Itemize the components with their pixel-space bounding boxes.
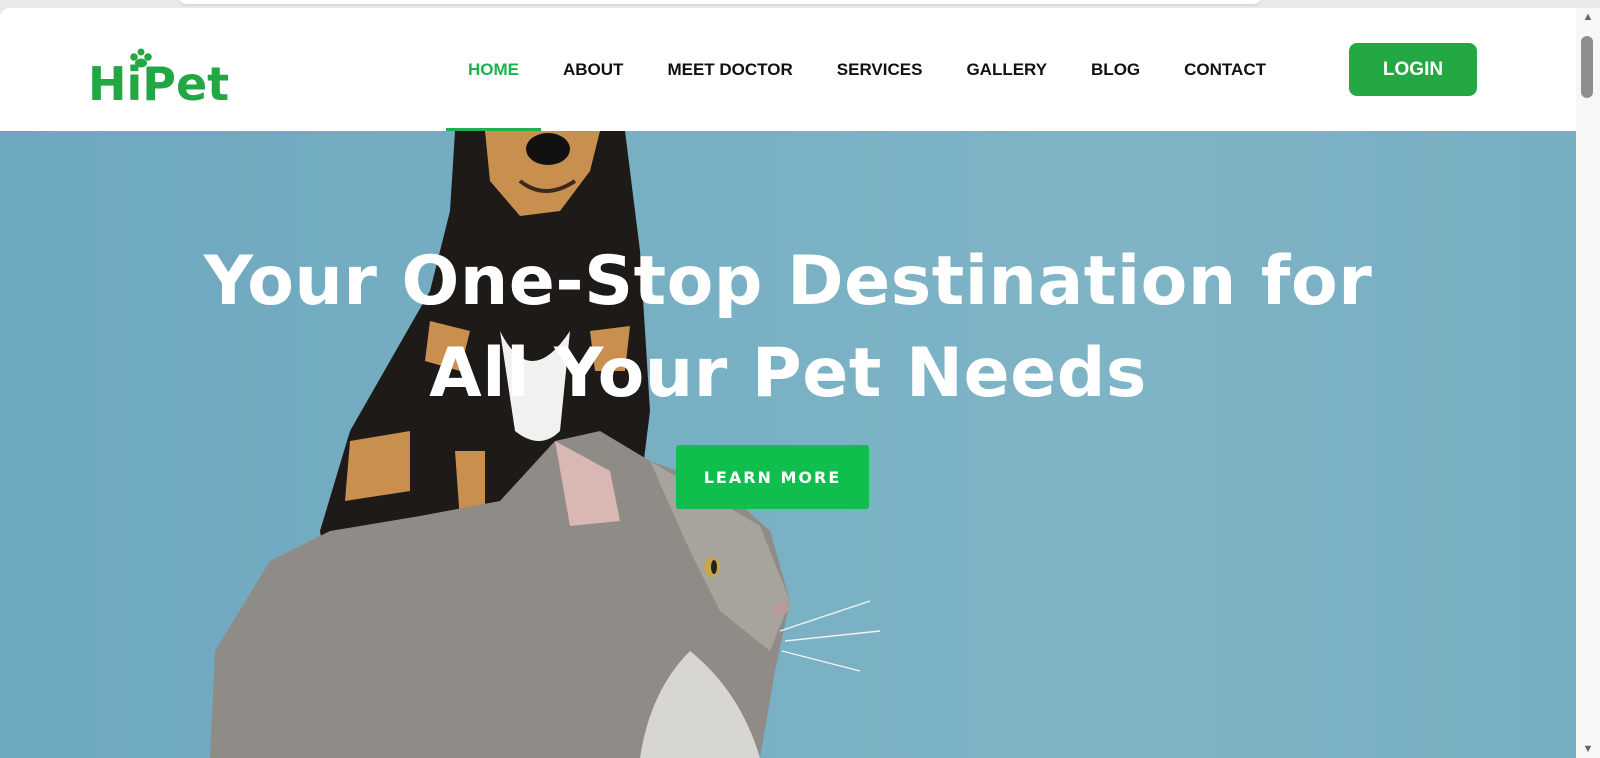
nav-contact[interactable]: CONTACT (1162, 8, 1288, 131)
learn-more-button-label: LEARN MORE (703, 467, 842, 487)
nav-gallery-label: GALLERY (966, 59, 1048, 79)
arrow-up-icon[interactable]: ▲ (1576, 10, 1600, 24)
nav-services-label: SERVICES (836, 59, 923, 79)
nav-services[interactable]: SERVICES (815, 8, 945, 131)
nav-home-label: HOME (468, 59, 519, 79)
site-logo[interactable]: HiPet (88, 46, 248, 111)
address-bar-edge[interactable] (180, 0, 1260, 4)
logo-graphic: HiPet (88, 48, 229, 111)
browser-top-strip (0, 0, 1600, 8)
main-navigation: HOME ABOUT MEET DOCTOR SERVICES GALLERY … (446, 8, 1288, 131)
page-scrollbar[interactable]: ▲ ▼ (1576, 8, 1600, 758)
svg-text:HiPet: HiPet (88, 57, 229, 106)
nav-meet-doctor[interactable]: MEET DOCTOR (645, 8, 814, 131)
nav-blog[interactable]: BLOG (1069, 8, 1162, 131)
nav-gallery[interactable]: GALLERY (944, 8, 1069, 131)
nav-home[interactable]: HOME (446, 8, 541, 131)
nav-blog-label: BLOG (1091, 59, 1141, 79)
login-button[interactable]: LOGIN (1349, 43, 1477, 96)
nav-meet-doctor-label: MEET DOCTOR (667, 59, 793, 79)
hero-title-line-2: All Your Pet Needs (429, 334, 1147, 413)
hero-title-line-1: Your One-Stop Destination for (203, 242, 1373, 321)
arrow-down-icon[interactable]: ▼ (1576, 742, 1600, 756)
site-header: HiPet HOME ABOUT MEET DOCTOR SERVICES GA… (0, 8, 1576, 131)
hero-section: Your One-Stop Destination for All Your P… (0, 131, 1576, 758)
login-button-label: LOGIN (1382, 58, 1444, 80)
nav-contact-label: CONTACT (1184, 59, 1266, 79)
scrollbar-thumb[interactable] (1581, 36, 1593, 98)
nav-about[interactable]: ABOUT (541, 8, 645, 131)
hero-title: Your One-Stop Destination for All Your P… (0, 236, 1576, 420)
page-viewport: HiPet HOME ABOUT MEET DOCTOR SERVICES GA… (0, 8, 1576, 758)
nav-about-label: ABOUT (563, 59, 624, 79)
learn-more-button[interactable]: LEARN MORE (676, 445, 869, 509)
